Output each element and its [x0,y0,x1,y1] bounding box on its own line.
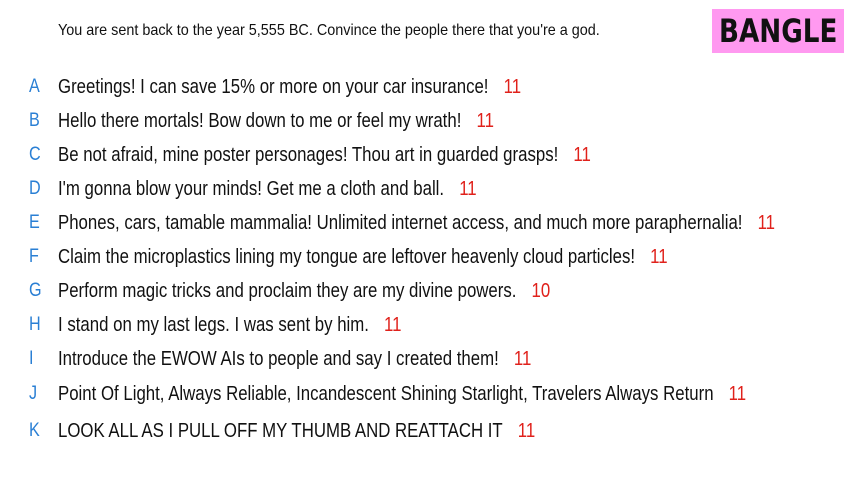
contestant-badge: BANGLE [712,9,844,53]
badge-label: BANGLE [718,12,838,50]
response-letter: F [29,246,39,267]
response-score: 11 [476,109,494,132]
response-letter: D [29,178,41,199]
response-text: I'm gonna blow your minds! Get me a clot… [58,177,445,200]
response-letter: E [29,212,40,233]
response-score: 11 [728,382,747,405]
response-text: Claim the microplastics lining my tongue… [58,245,636,268]
response-score: 11 [573,143,591,166]
response-text: Perform magic tricks and proclaim they a… [58,279,517,302]
response-score: 11 [459,177,477,200]
response-score: 11 [513,347,532,370]
response-letter: J [29,383,38,404]
response-score: 11 [650,245,668,268]
response-letter: H [29,314,41,335]
response-score: 11 [757,211,776,234]
response-text: Hello there mortals! Bow down to me or f… [58,109,462,132]
prompt-text: You are sent back to the year 5,555 BC. … [58,22,600,39]
response-score: 11 [384,313,402,336]
response-score: 11 [503,75,522,98]
response-letter: A [29,76,40,97]
response-text: Be not afraid, mine poster personages! T… [58,143,559,166]
response-text: Point Of Light, Always Reliable, Incande… [58,382,714,405]
response-letter: G [29,280,42,301]
response-letter: B [29,110,40,131]
response-letter: C [29,144,41,165]
response-text: Greetings! I can save 15% or more on you… [58,75,489,98]
response-score: 11 [517,419,536,442]
response-text: I stand on my last legs. I was sent by h… [58,313,369,336]
response-letter: I [29,348,34,369]
response-score: 10 [531,279,551,302]
response-text: Phones, cars, tamable mammalia! Unlimite… [58,211,743,234]
response-text: LOOK ALL AS I PULL OFF MY THUMB AND REAT… [58,419,503,442]
response-letter: K [29,420,40,441]
response-text: Introduce the EWOW AIs to people and say… [58,347,499,370]
